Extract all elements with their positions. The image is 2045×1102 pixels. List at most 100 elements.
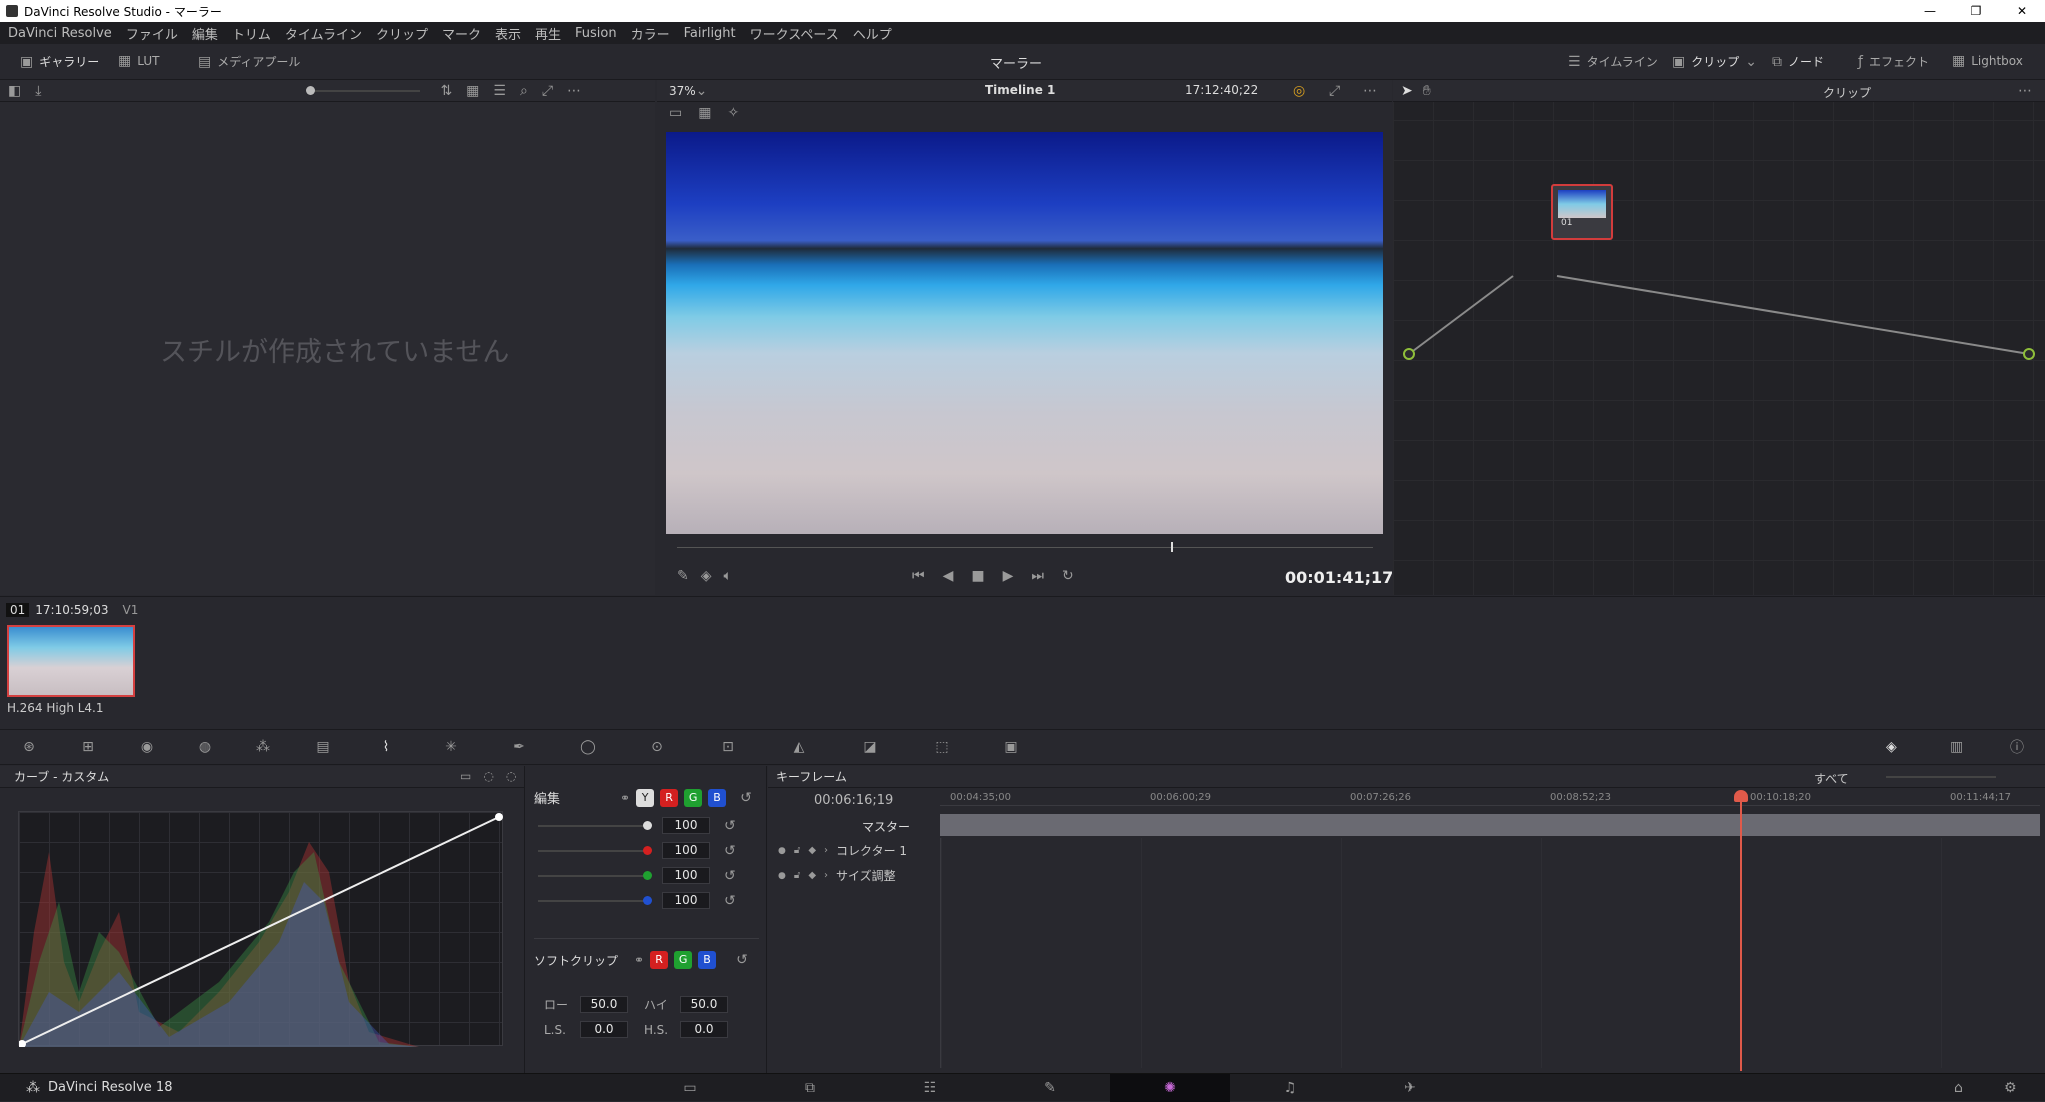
visibility-dot-icon[interactable]: ●	[778, 846, 786, 856]
color-match-icon[interactable]: ⊞	[58, 739, 118, 755]
home-icon[interactable]: ⌂	[1954, 1080, 1963, 1096]
close-button[interactable]: ✕	[1999, 4, 2045, 18]
key-icon[interactable]: ◪	[834, 739, 906, 755]
import-icon[interactable]: ⤓	[35, 83, 41, 99]
gallery-button[interactable]: ▣ ギャラリー	[20, 53, 99, 70]
keyframe-diamond-icon[interactable]: ◆	[808, 845, 816, 856]
color-warper-icon[interactable]: ✳	[418, 739, 484, 755]
maximize-button[interactable]: ❐	[1953, 4, 1999, 18]
menu-file[interactable]: ファイル	[126, 24, 178, 43]
rgb-mixer-icon[interactable]: ⁂	[234, 739, 292, 755]
menu-workspace[interactable]: ワークスペース	[750, 24, 839, 43]
curves-icon[interactable]: ⌇	[354, 739, 418, 755]
color-page-icon[interactable]: ✺	[1110, 1074, 1230, 1102]
menu-fusion[interactable]: Fusion	[575, 26, 617, 41]
effects-toggle-button[interactable]: ƒ エフェクト	[1858, 53, 1929, 70]
custom-curve-icon[interactable]: ▭	[460, 769, 471, 783]
menu-view[interactable]: 表示	[495, 24, 521, 43]
softclip-g-button[interactable]: G	[674, 951, 693, 969]
eyedropper-icon[interactable]: ✎	[677, 568, 689, 584]
visibility-dot-icon[interactable]: ●	[778, 871, 786, 881]
curve-control-point[interactable]	[495, 813, 503, 821]
minimize-button[interactable]: —	[1907, 4, 1953, 18]
menu-color[interactable]: カラー	[631, 24, 670, 43]
settings-gear-icon[interactable]: ⚙	[2004, 1080, 2017, 1096]
keyframes-zoom-slider[interactable]	[1886, 776, 1996, 778]
single-view-icon[interactable]: ▭	[669, 105, 682, 121]
timeline-name-dropdown[interactable]: Timeline 1	[985, 83, 1055, 97]
fullscreen-icon[interactable]: ⤢	[1329, 83, 1340, 99]
reset-icon[interactable]: ↺	[736, 952, 748, 968]
motion-effects-icon[interactable]: ▤	[292, 739, 354, 755]
camera-raw-icon[interactable]: ⊛	[0, 739, 58, 755]
sizing-icon[interactable]: ⬚	[906, 739, 978, 755]
qualifier-icon[interactable]: ✒	[484, 739, 554, 755]
scrubber-track[interactable]	[677, 547, 1373, 548]
chevron-down-icon[interactable]: ⌄	[696, 83, 708, 99]
fusion-page-icon[interactable]: ✎	[990, 1080, 1110, 1096]
expand-icon[interactable]: ⤢	[542, 83, 553, 99]
menu-resolve[interactable]: DaVinci Resolve	[8, 26, 112, 41]
ls-value[interactable]: 0.0	[580, 1021, 628, 1038]
lock-icon[interactable]: 🔓︎	[794, 845, 800, 856]
stop-icon[interactable]: ■	[971, 568, 984, 584]
sort-icon[interactable]: ⇅	[440, 83, 452, 99]
scopes-icon[interactable]: ▥	[1950, 739, 1963, 755]
keyframes-icon[interactable]: ◈	[1886, 739, 1897, 755]
info-icon[interactable]: ⓘ	[2010, 737, 2024, 757]
y-intensity-slider[interactable]	[538, 820, 652, 830]
loop-icon[interactable]: ↻	[1062, 568, 1074, 584]
clip-toggle-button[interactable]: ▣ クリップ ⌄	[1672, 53, 1757, 70]
master-track[interactable]	[940, 814, 2040, 836]
b-intensity-slider[interactable]	[538, 895, 652, 905]
menu-clip[interactable]: クリップ	[376, 24, 428, 43]
playhead-marker-icon[interactable]	[1734, 790, 1748, 802]
volume-icon[interactable]: 🔈︎	[724, 568, 732, 584]
play-icon[interactable]: ▶	[1003, 568, 1014, 584]
edit-page-icon[interactable]: ☷	[870, 1080, 990, 1096]
hue-vs-hue-icon[interactable]: ◌	[483, 769, 493, 783]
channel-b-button[interactable]: B	[708, 788, 727, 807]
window-icon[interactable]: ◯	[554, 739, 622, 755]
mediapool-button[interactable]: ▤ メディアプール	[198, 53, 300, 70]
media-page-icon[interactable]: ▭	[630, 1080, 750, 1096]
layers-icon[interactable]: ◈	[701, 568, 712, 584]
go-to-start-icon[interactable]: ⏮︎	[912, 568, 925, 584]
3d-icon[interactable]: ▣	[978, 739, 1044, 755]
blur-icon[interactable]: ◭	[764, 739, 834, 755]
menu-help[interactable]: ヘルプ	[853, 24, 892, 43]
deliver-page-icon[interactable]: ✈	[1350, 1080, 1470, 1096]
keyframes-playhead[interactable]	[1740, 796, 1742, 1071]
keyframe-diamond-icon[interactable]: ◆	[808, 870, 816, 881]
magic-wand-icon[interactable]: ✧	[727, 105, 739, 121]
link-icon[interactable]: ⚭	[620, 791, 630, 805]
r-intensity-value[interactable]: 100	[662, 842, 710, 859]
chevron-right-icon[interactable]: ›	[824, 845, 828, 856]
keyframes-filter-dropdown[interactable]: すべて	[1814, 770, 1849, 787]
menu-playback[interactable]: 再生	[535, 24, 561, 43]
chevron-right-icon[interactable]: ›	[824, 870, 828, 881]
step-back-icon[interactable]: ◀	[943, 568, 954, 584]
g-intensity-slider[interactable]	[538, 870, 652, 880]
hdr-wheels-icon[interactable]: ◍	[176, 739, 234, 755]
reset-icon[interactable]: ↺	[724, 868, 736, 884]
reset-icon[interactable]: ↺	[724, 818, 736, 834]
scrubber-playhead[interactable]	[1171, 542, 1174, 552]
magic-mask-icon[interactable]: ⊡	[692, 739, 764, 755]
reset-icon[interactable]: ↺	[724, 893, 736, 909]
node-toggle-button[interactable]: ⧉ ノード	[1772, 53, 1824, 70]
clip-thumbnail[interactable]	[7, 625, 135, 697]
output-node-dot[interactable]	[2023, 348, 2035, 360]
lut-button[interactable]: ▦ LUT	[118, 53, 159, 69]
menu-fairlight[interactable]: Fairlight	[684, 26, 736, 41]
search-icon[interactable]: ⌕	[520, 83, 528, 99]
more-options-icon[interactable]: ⋯	[1363, 83, 1377, 99]
timeline-toggle-button[interactable]: ☰ タイムライン	[1568, 53, 1658, 70]
r-intensity-slider[interactable]	[538, 845, 652, 855]
list-view-icon[interactable]: ☰	[493, 83, 506, 99]
color-wheel-icon[interactable]: ◎	[1293, 83, 1305, 99]
channel-r-button[interactable]: R	[660, 788, 679, 807]
lightbox-toggle-button[interactable]: ▦ Lightbox	[1952, 53, 2023, 69]
b-intensity-value[interactable]: 100	[662, 892, 710, 909]
softclip-b-button[interactable]: B	[698, 951, 717, 969]
